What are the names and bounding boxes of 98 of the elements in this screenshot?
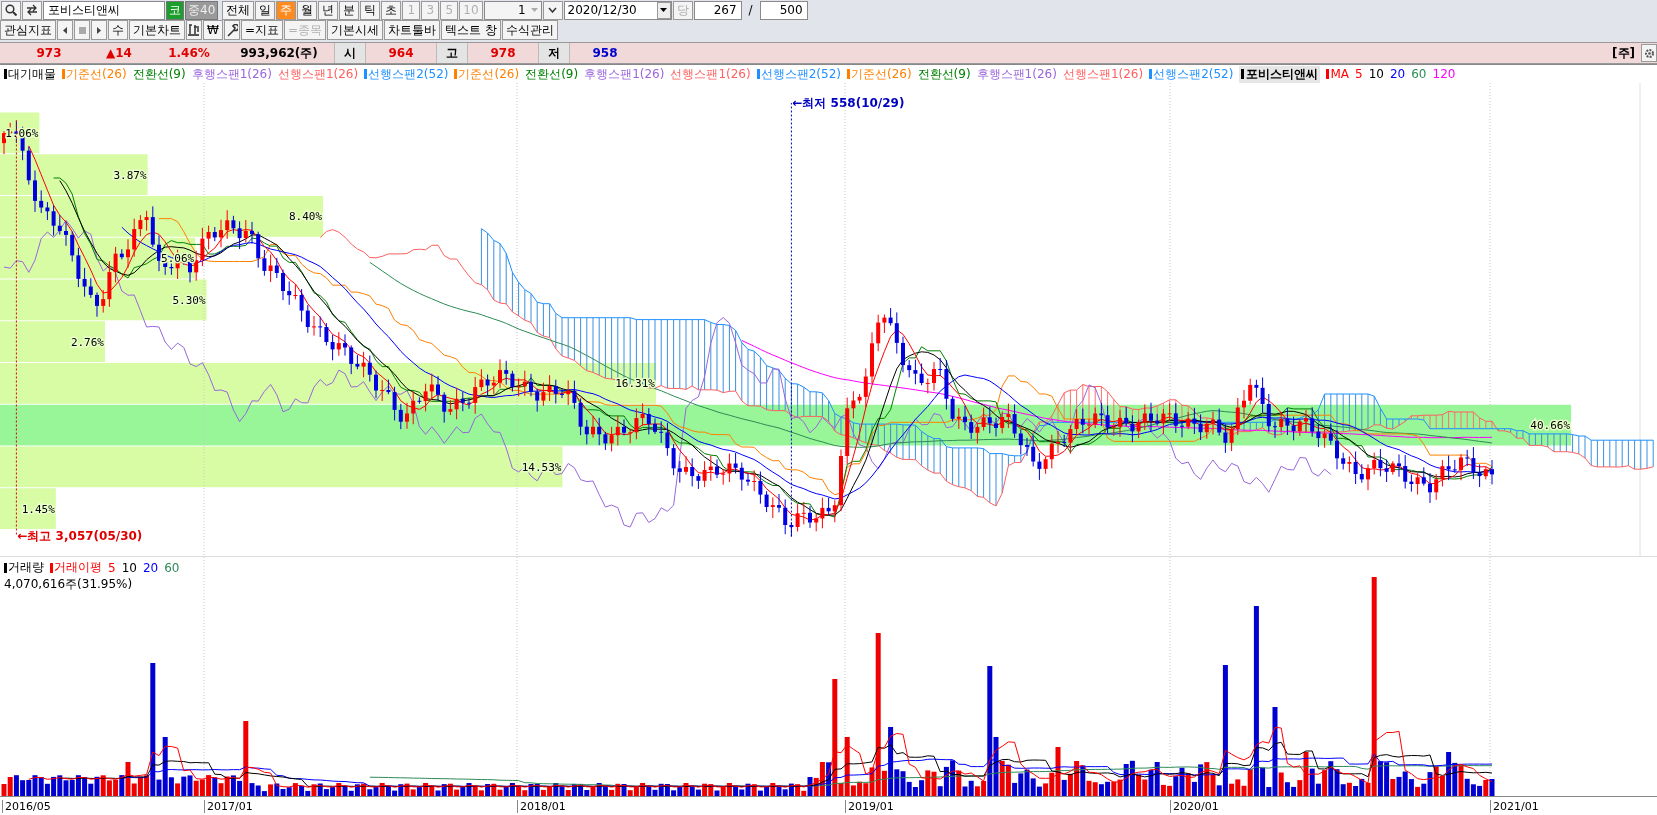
refresh-button[interactable] [22, 0, 42, 20]
legend-label: 후행스팬1(26) [584, 65, 665, 83]
axis-label: 2017/01 [204, 800, 253, 813]
volume-value: 993,962(주) [239, 44, 319, 62]
tool-button[interactable] [186, 20, 202, 40]
settings-icon [1643, 47, 1655, 59]
legend-label: 10 [1368, 67, 1384, 81]
legend-label: 기준선(26) [66, 65, 127, 83]
price-value: 978 [489, 46, 517, 60]
period-tab[interactable]: 분 [339, 0, 360, 20]
axis-label: 2019/01 [845, 800, 894, 813]
date-field[interactable]: 2020/12/30 [563, 0, 672, 20]
page-separator: / [747, 3, 754, 17]
dropdown-button[interactable] [542, 0, 563, 20]
volume-profile-label: 8.40% [289, 210, 323, 224]
previous-icon [62, 25, 68, 35]
page-total-field[interactable]: 500 [759, 0, 808, 20]
volume-profile-label: 40.66% [1530, 419, 1571, 433]
axis-label: 2021/01 [1490, 800, 1539, 813]
legend-label: 선행스팬1(26) [1062, 65, 1144, 83]
legend-label: 기준선(26) [850, 65, 912, 83]
legend-label: 60 [164, 560, 180, 575]
toolbar-button[interactable]: 수 [108, 20, 128, 40]
quote-label: 저 [538, 43, 570, 63]
toolbar-button[interactable]: 수식관리 [501, 20, 558, 40]
volume-profile-label: 1.45% [21, 502, 55, 516]
quote-label: 시 [334, 43, 366, 63]
annotation-label: ←최저 558(10/29) [792, 96, 905, 110]
legend-label: 선행스팬2(52) [760, 65, 841, 83]
page-current-field[interactable]: 267 [693, 0, 742, 20]
period-tab[interactable]: 초 [381, 0, 402, 20]
annotation-label: ←최고 3,057(05/30) [17, 529, 143, 543]
quote-label: 고 [436, 43, 468, 63]
legend-label: 20 [142, 560, 159, 575]
period-tab[interactable]: 틱 [360, 0, 381, 20]
price-value: 964 [387, 46, 415, 60]
legend-label: 20 [1389, 67, 1406, 81]
legend-label: 대기매물 [8, 65, 56, 83]
legend-label: 후행스팬1(26) [976, 65, 1057, 83]
legend-label: 선행스팬2(52) [1153, 65, 1234, 83]
interval-count-field[interactable]: 1 [483, 0, 542, 20]
legend-label: 선행스팬1(26) [277, 65, 359, 83]
toolbar-button[interactable]: 기본차트 [129, 20, 185, 40]
legend-label: 거래량 [8, 559, 44, 576]
volume-profile-label: 3.87% [113, 168, 147, 182]
toolbar-button[interactable]: 기본시세 [327, 20, 383, 40]
legend-label: 120 [1432, 67, 1456, 81]
legend-label: 전환선(9) [132, 65, 186, 83]
tool-button[interactable] [223, 20, 240, 40]
legend-label: 5 [1355, 67, 1363, 81]
search-button[interactable] [1, 0, 21, 20]
toolbar-button[interactable]: 관심지표 [0, 20, 56, 40]
legend-label: 5 [108, 560, 116, 575]
legend-label: 선행스팬1(26) [670, 65, 751, 83]
legend-label: 10 [121, 560, 137, 575]
price-value: ▲14 [105, 46, 133, 60]
navigation-button[interactable] [91, 20, 107, 40]
legend-label: 60 [1411, 67, 1427, 81]
period-tab[interactable]: 년 [318, 0, 339, 20]
volume-profile-label: 14.53% [521, 460, 562, 474]
toolbar-button[interactable]: ₩ [203, 20, 223, 40]
period-tab[interactable]: 전체 [222, 0, 255, 20]
price-value: 973 [35, 46, 63, 60]
period-tab[interactable]: 일 [255, 0, 276, 20]
price-value: 1.46% [167, 46, 211, 60]
axis-label: 2016/05 [2, 800, 51, 813]
volume-profile-label: 2.76% [70, 335, 104, 349]
swap-arrows-icon [26, 4, 38, 16]
stop-icon [78, 26, 86, 34]
unit-label: [주] [1612, 44, 1635, 62]
legend-label: 거래이평 [54, 559, 102, 576]
period-tab[interactable]: 월 [297, 0, 318, 20]
legend-label: MA [1330, 67, 1349, 81]
legend-label: 전환선(9) [525, 65, 579, 83]
next-icon [96, 25, 102, 35]
settings-button[interactable] [1641, 44, 1657, 62]
toolbar-button[interactable]: 차트툴바 [384, 20, 440, 40]
chevron-down-icon [548, 7, 558, 13]
legend-title: 포비스티앤씨 [1239, 65, 1321, 83]
wrench-icon [225, 23, 238, 37]
toolbar-button[interactable]: =지표 [240, 20, 283, 40]
price-value: 958 [591, 46, 619, 60]
stock-name-field[interactable]: 포비스티앤씨 [43, 0, 165, 20]
market-badge: 코 [166, 0, 184, 20]
legend-label: 전환선(9) [917, 65, 971, 83]
volume-profile-label: 5.30% [172, 293, 206, 307]
toolbar-button[interactable]: 텍스트 창 [441, 20, 501, 40]
navigation-button[interactable] [57, 20, 73, 40]
group-badge: 중40 [185, 0, 219, 20]
legend-label: 선행스팬2(52) [368, 65, 449, 83]
axis-label: 2018/01 [517, 800, 566, 813]
volume-info-label: 4,070,616주(31.95%) [4, 576, 134, 593]
dropdown-arrow-icon [531, 8, 539, 12]
axis-label: 2020/01 [1170, 800, 1219, 813]
legend-label: 기준선(26) [458, 65, 520, 83]
search-icon [5, 4, 17, 16]
dropdown-arrow-icon [660, 8, 668, 12]
legend-label: 후행스팬1(26) [191, 65, 272, 83]
